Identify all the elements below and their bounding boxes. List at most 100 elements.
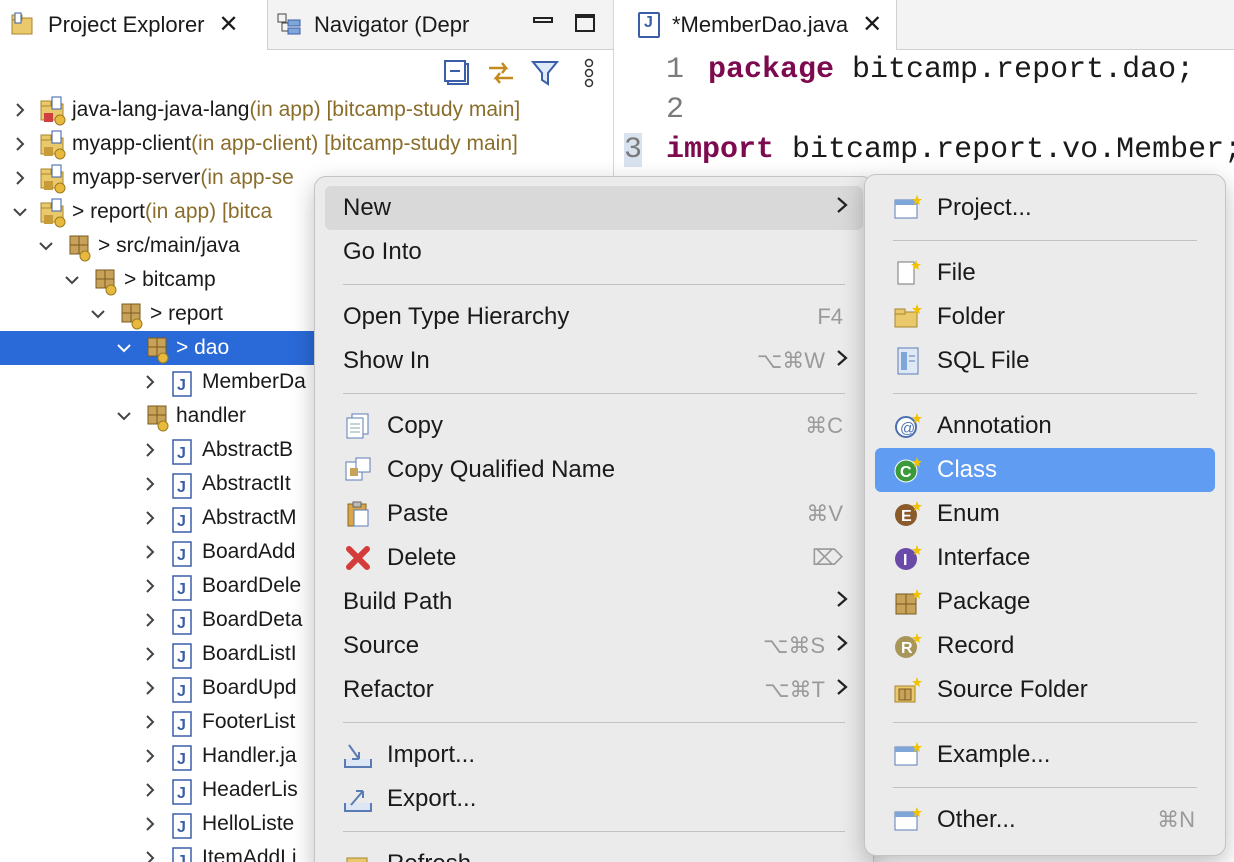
- tab-navigator[interactable]: Navigator (Depr: [276, 0, 496, 50]
- menu-item-show-in[interactable]: Show In ⌥⌘W: [325, 339, 863, 383]
- menu-item-source[interactable]: Source ⌥⌘S: [325, 624, 863, 668]
- package-icon: [893, 587, 923, 617]
- menu-item-enum[interactable]: E Enum: [875, 492, 1215, 536]
- chevron-right-icon[interactable]: [140, 508, 160, 528]
- menu-item-project[interactable]: Project...: [875, 186, 1215, 230]
- maximize-icon[interactable]: [574, 12, 596, 38]
- tree-item[interactable]: java-lang-java-lang (in app) [bitcamp-st…: [0, 93, 613, 127]
- tree-item-label: Handler.ja: [202, 744, 297, 767]
- chevron-right-icon[interactable]: [140, 440, 160, 460]
- tree-item-decoration: (in app-client) [bitcamp-study main]: [191, 132, 518, 155]
- minimize-icon[interactable]: [532, 12, 554, 38]
- menu-item-annotation[interactable]: @ Annotation: [875, 404, 1215, 448]
- tree-item-label: BoardListI: [202, 642, 297, 665]
- menu-item-label: Source Folder: [937, 676, 1088, 703]
- menu-separator: [893, 722, 1197, 723]
- tab-project-explorer-label: Project Explorer: [48, 12, 205, 37]
- chevron-down-icon[interactable]: [36, 236, 56, 256]
- chevron-down-icon[interactable]: [10, 202, 30, 222]
- chevron-right-icon[interactable]: [140, 610, 160, 630]
- svg-text:J: J: [177, 581, 186, 598]
- close-icon[interactable]: ✕: [219, 13, 239, 37]
- menu-item-label: Refactor: [343, 676, 434, 703]
- package-icon: [144, 402, 170, 432]
- code-keyword: package: [708, 53, 835, 87]
- interface-icon: I: [893, 543, 923, 573]
- chevron-right-icon[interactable]: [140, 372, 160, 392]
- link-with-editor-icon[interactable]: [484, 56, 518, 90]
- menu-item-build-path[interactable]: Build Path: [325, 580, 863, 624]
- menu-item-label: Example...: [937, 741, 1051, 768]
- tree-item-label: > bitcamp: [124, 268, 216, 291]
- menu-item-shortcut: ⌘V: [806, 501, 843, 526]
- menu-item-refactor[interactable]: Refactor ⌥⌘T: [325, 668, 863, 712]
- java-file-icon: J: [170, 538, 196, 567]
- menu-item-example[interactable]: Example...: [875, 733, 1215, 777]
- tree-item-label: MemberDa: [202, 370, 306, 393]
- chevron-down-icon[interactable]: [114, 406, 134, 426]
- menu-item-open-type-hierarchy[interactable]: Open Type Hierarchy F4: [325, 295, 863, 339]
- java-file-icon: J: [170, 708, 196, 737]
- menu-item-folder[interactable]: Folder: [875, 295, 1215, 339]
- chevron-right-icon[interactable]: [140, 746, 160, 766]
- menu-item-copy[interactable]: Copy ⌘C: [325, 404, 863, 448]
- chevron-right-icon[interactable]: [140, 576, 160, 596]
- chevron-right-icon: [835, 677, 849, 703]
- menu-item-file[interactable]: File: [875, 251, 1215, 295]
- class-icon: C: [893, 455, 923, 485]
- chevron-right-icon[interactable]: [140, 644, 160, 664]
- menu-item-package[interactable]: Package: [875, 580, 1215, 624]
- svg-text:J: J: [177, 479, 186, 496]
- tree-item-label: handler: [176, 404, 247, 427]
- chevron-down-icon[interactable]: [62, 270, 82, 290]
- menu-item-go-into[interactable]: Go Into: [325, 230, 863, 274]
- menu-item-export[interactable]: Export...: [325, 777, 863, 821]
- view-menu-icon[interactable]: [572, 56, 606, 90]
- chevron-right-icon[interactable]: [140, 848, 160, 862]
- collapse-all-icon[interactable]: [440, 56, 474, 90]
- menu-item-new[interactable]: New: [325, 186, 863, 230]
- chevron-right-icon[interactable]: [10, 100, 30, 120]
- menu-item-class[interactable]: C Class: [875, 448, 1215, 492]
- menu-item-copy-qualified-name[interactable]: Copy Qualified Name: [325, 448, 863, 492]
- chevron-right-icon[interactable]: [140, 474, 160, 494]
- menu-item-interface[interactable]: I Interface: [875, 536, 1215, 580]
- chevron-right-icon[interactable]: [10, 168, 30, 188]
- menu-item-label: SQL File: [937, 347, 1030, 374]
- tree-item-label: AbstractIt: [202, 472, 291, 495]
- menu-separator: [343, 284, 845, 285]
- menu-item-label: Enum: [937, 500, 1000, 527]
- example-icon: [893, 740, 923, 770]
- tree-item-label: > report: [72, 200, 145, 223]
- editor-tab-memberdao[interactable]: *MemberDao.java ✕: [624, 0, 898, 50]
- chevron-right-icon[interactable]: [140, 780, 160, 800]
- java-file-icon: J: [170, 844, 196, 862]
- chevron-right-icon[interactable]: [140, 542, 160, 562]
- menu-item-refresh[interactable]: Refresh: [325, 842, 863, 862]
- record-icon: R: [893, 631, 923, 661]
- menu-item-paste[interactable]: Paste ⌘V: [325, 492, 863, 536]
- menu-item-delete[interactable]: Delete ⌦: [325, 536, 863, 580]
- explorer-toolbar: [440, 56, 606, 90]
- import-icon: [343, 740, 373, 770]
- menu-item-label: Interface: [937, 544, 1031, 571]
- menu-item-record[interactable]: R Record: [875, 624, 1215, 668]
- menu-item-import[interactable]: Import...: [325, 733, 863, 777]
- chevron-right-icon: [835, 348, 849, 374]
- chevron-right-icon[interactable]: [140, 678, 160, 698]
- tree-item[interactable]: myapp-client (in app-client) [bitcamp-st…: [0, 127, 613, 161]
- chevron-right-icon[interactable]: [140, 814, 160, 834]
- chevron-right-icon[interactable]: [140, 712, 160, 732]
- tree-item-label: > report: [150, 302, 223, 325]
- menu-item-source-folder[interactable]: Source Folder: [875, 668, 1215, 712]
- filter-icon[interactable]: [528, 56, 562, 90]
- menu-item-other[interactable]: Other... ⌘N: [875, 798, 1215, 842]
- chevron-down-icon[interactable]: [88, 304, 108, 324]
- new-project-icon: [893, 193, 923, 223]
- menu-item-sql-file[interactable]: SQL File: [875, 339, 1215, 383]
- close-icon[interactable]: ✕: [862, 13, 882, 37]
- chevron-right-icon[interactable]: [10, 134, 30, 154]
- svg-text:J: J: [177, 649, 186, 666]
- tab-project-explorer[interactable]: Project Explorer ✕: [0, 0, 268, 50]
- chevron-down-icon[interactable]: [114, 338, 134, 358]
